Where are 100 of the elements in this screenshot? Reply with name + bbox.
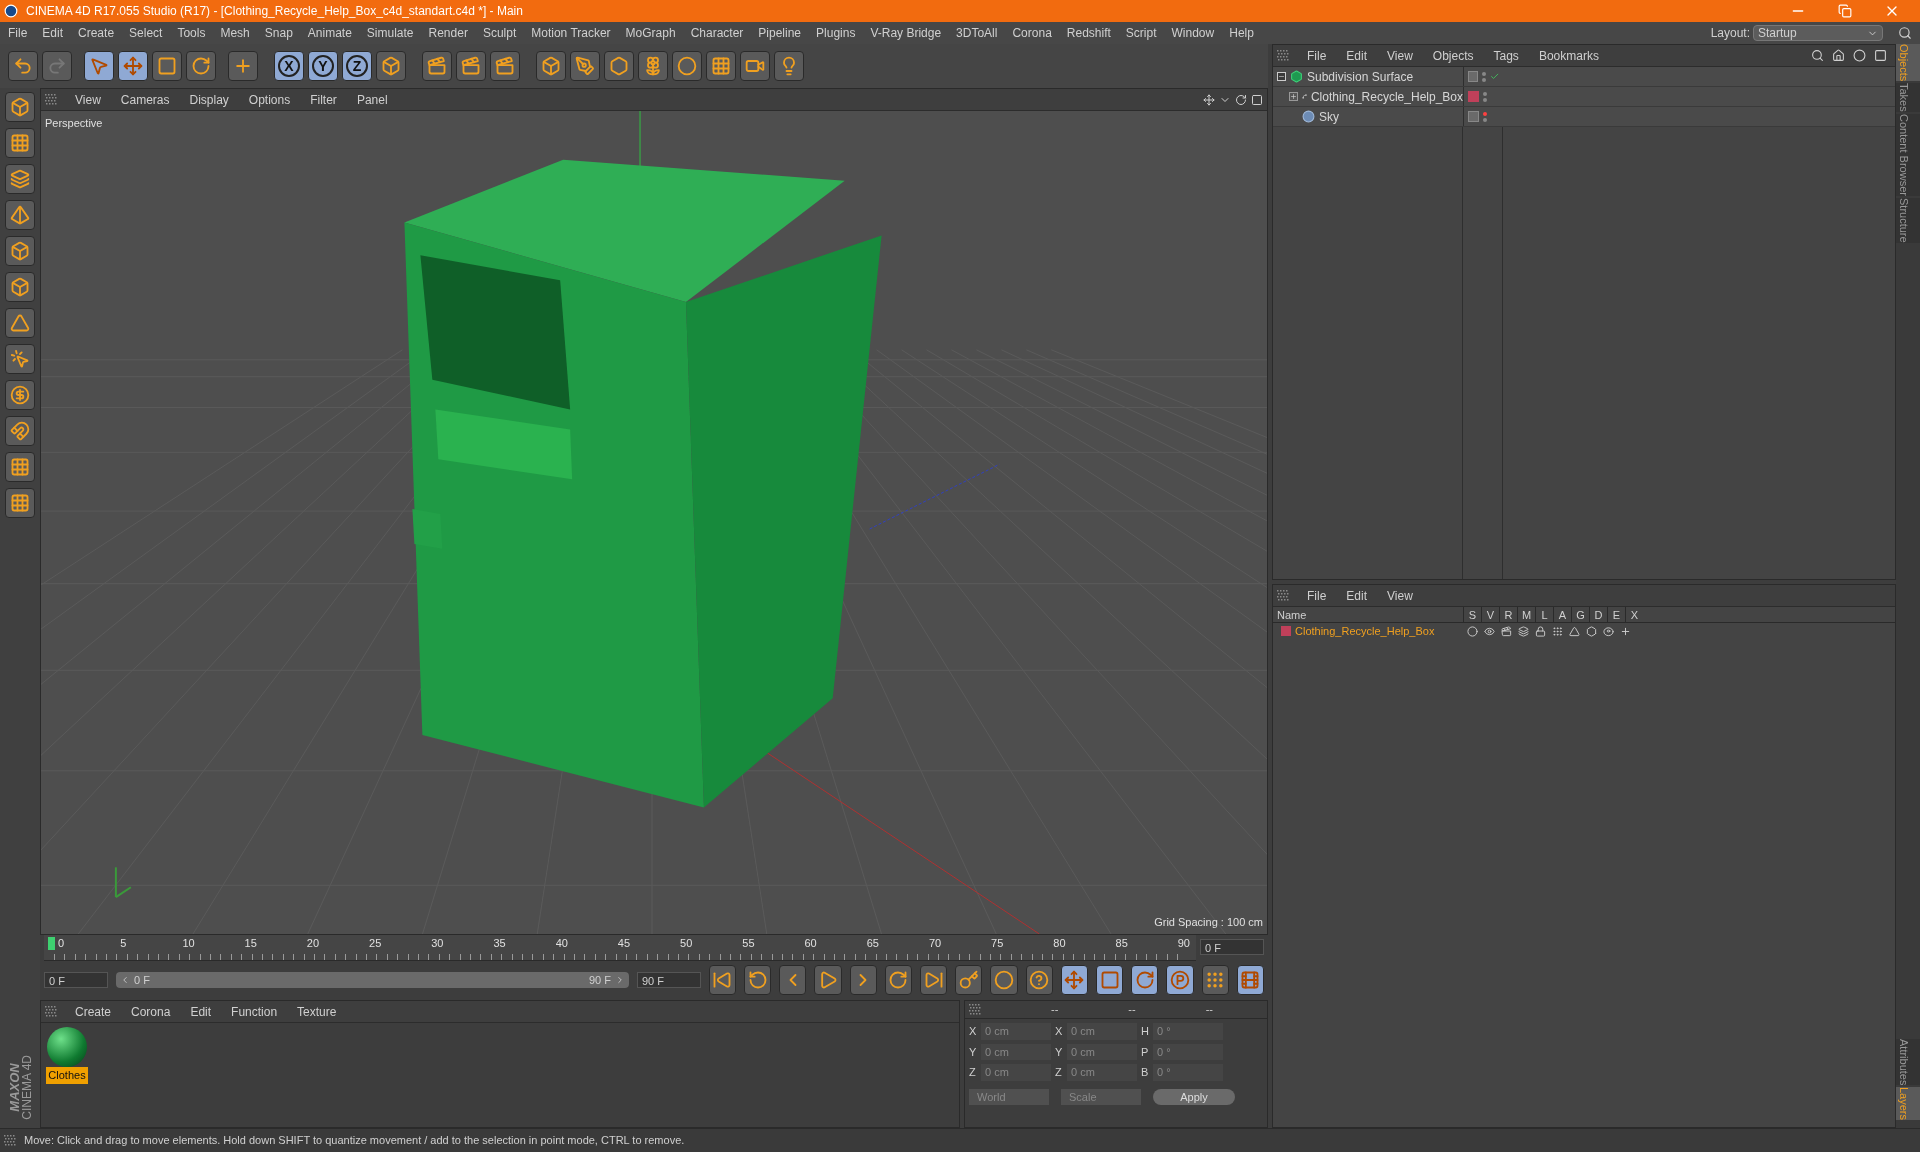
menu-item[interactable]: Cameras (118, 90, 172, 109)
first-frame-button[interactable] (708, 965, 737, 995)
menu-item[interactable]: Plugins (816, 24, 856, 42)
menu-item[interactable]: Sculpt (482, 24, 517, 42)
polygons-mode-button[interactable] (5, 272, 35, 302)
current-frame-field[interactable]: 0 F (1200, 939, 1264, 955)
menu-item[interactable]: Bookmarks (1536, 46, 1601, 65)
layer-name[interactable]: Clothing_Recycle_Help_Box (1295, 622, 1435, 640)
menu-item[interactable]: MoGraph (625, 24, 676, 42)
side-tab[interactable]: Content Browser (1896, 114, 1920, 196)
menu-item[interactable]: Options (246, 90, 293, 109)
enabled-check-icon[interactable] (1489, 71, 1499, 82)
cloner-button[interactable] (638, 51, 668, 81)
render-icon[interactable] (1501, 625, 1512, 637)
next-key-button[interactable] (884, 965, 912, 995)
menu-item[interactable]: Animate (307, 24, 352, 42)
menu-item[interactable]: Corona (129, 1002, 173, 1021)
help-button[interactable] (1025, 965, 1053, 995)
layout-dropdown[interactable]: Startup (1753, 25, 1883, 41)
pan-view-icon[interactable] (1203, 93, 1215, 106)
last-frame-button[interactable] (920, 965, 948, 995)
rotate-button[interactable] (186, 51, 216, 81)
new-window-icon[interactable] (1874, 49, 1887, 62)
menu-item[interactable]: Edit (1344, 586, 1370, 605)
xref-icon[interactable] (1620, 625, 1631, 637)
render-button[interactable] (456, 51, 486, 81)
menu-item[interactable]: 3DToAll (956, 24, 998, 42)
menu-item[interactable]: Window (1171, 24, 1215, 42)
side-tab[interactable]: Structure (1896, 198, 1920, 243)
menu-item[interactable]: Panel (354, 90, 390, 109)
floor-button[interactable] (706, 51, 736, 81)
cube-button[interactable] (5, 92, 35, 122)
side-tab[interactable]: Objects (1896, 44, 1920, 82)
object-name[interactable]: Subdivision Surface (1307, 67, 1414, 86)
apply-button[interactable]: Apply (1153, 1088, 1235, 1105)
menu-item[interactable]: V-Ray Bridge (870, 24, 942, 42)
side-tab[interactable]: Layers (1896, 1086, 1920, 1120)
menu-item[interactable]: Objects (1430, 46, 1476, 65)
timeline-button[interactable] (1236, 965, 1264, 995)
previous-frame-button[interactable] (779, 965, 807, 995)
menu-item[interactable]: Function (229, 1002, 280, 1021)
move-button[interactable] (118, 51, 148, 81)
menu-item[interactable]: Corona (1012, 24, 1052, 42)
menu-item[interactable]: Snap (264, 24, 293, 42)
end-frame-field[interactable]: 90 F (636, 972, 701, 988)
search-icon[interactable] (1898, 26, 1912, 40)
menu-item[interactable]: File (8, 24, 28, 42)
home-icon[interactable] (1832, 49, 1845, 62)
camera-button[interactable] (740, 51, 770, 81)
select-arrow-button[interactable] (84, 51, 114, 81)
visibility-dots-icon[interactable] (1483, 91, 1487, 102)
record-button[interactable] (990, 965, 1018, 995)
menu-item[interactable]: Render (428, 24, 468, 42)
magnet-button[interactable] (5, 416, 35, 446)
menu-item[interactable]: Help (1229, 24, 1254, 42)
key-position-button[interactable] (1060, 965, 1088, 995)
menu-item[interactable]: Tags (1491, 46, 1521, 65)
restore-icon[interactable] (1838, 4, 1852, 18)
menu-item[interactable]: Texture (295, 1002, 339, 1021)
cross-arrows-button[interactable] (228, 51, 258, 81)
visibility-dots-icon[interactable] (1481, 71, 1486, 82)
undo-button[interactable] (8, 51, 38, 81)
collapse-icon[interactable] (1277, 72, 1286, 81)
grid-button[interactable] (5, 488, 35, 518)
visibility-dots-icon[interactable] (1483, 111, 1487, 122)
orbit-view-icon[interactable] (1235, 93, 1247, 106)
solo-icon[interactable] (1467, 625, 1478, 637)
toggle-view-icon[interactable] (1251, 93, 1263, 106)
menu-item[interactable]: View (1385, 46, 1415, 65)
expand-icon[interactable] (1289, 92, 1298, 101)
axis-lock-button[interactable]: Y (308, 51, 338, 81)
render-button[interactable] (490, 51, 520, 81)
menu-item[interactable]: Character (690, 24, 744, 42)
menu-item[interactable]: File (1305, 46, 1329, 65)
key-scale-button[interactable] (1095, 965, 1124, 995)
scale-button[interactable] (152, 51, 182, 81)
layers-button[interactable] (5, 164, 35, 194)
manager-icon[interactable] (1518, 625, 1529, 637)
checker-cube-button[interactable] (5, 128, 35, 158)
lock-grid-button[interactable] (5, 452, 35, 482)
menu-item[interactable]: Filter (308, 90, 339, 109)
animation-icon[interactable] (1552, 625, 1563, 637)
menu-item[interactable]: Mesh (220, 24, 250, 42)
menu-item[interactable]: Script (1125, 24, 1157, 42)
edges-mode-button[interactable] (5, 236, 35, 266)
generator-icon[interactable] (1569, 625, 1580, 637)
menu-item[interactable]: Create (73, 1002, 114, 1021)
subdivision-button[interactable] (604, 51, 634, 81)
next-frame-button[interactable] (849, 965, 877, 995)
menu-item[interactable]: View (73, 90, 103, 109)
play-button[interactable] (814, 965, 842, 995)
menu-item[interactable]: File (1305, 586, 1329, 605)
previous-key-button[interactable] (744, 965, 772, 995)
object-name[interactable]: Sky (1319, 107, 1339, 126)
menu-item[interactable]: View (1385, 586, 1415, 605)
axis-lock-button[interactable]: X (274, 51, 304, 81)
menu-item[interactable]: Select (129, 24, 163, 42)
side-tab[interactable]: Takes (1896, 83, 1920, 113)
menu-item[interactable]: Pipeline (758, 24, 802, 42)
menu-item[interactable]: Edit (1344, 46, 1370, 65)
